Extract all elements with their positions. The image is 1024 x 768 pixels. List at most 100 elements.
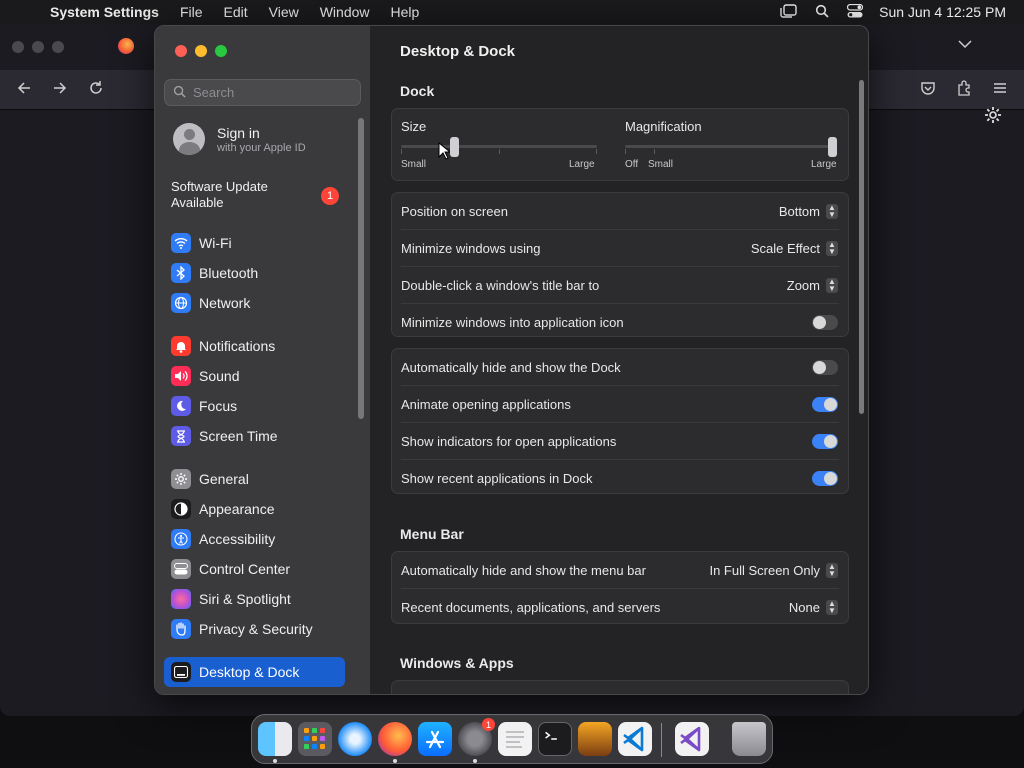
- pocket-icon[interactable]: [920, 80, 936, 101]
- menu-view[interactable]: View: [269, 4, 299, 20]
- extensions-icon[interactable]: [956, 80, 972, 101]
- menu-help[interactable]: Help: [391, 4, 420, 20]
- close-button[interactable]: [175, 45, 187, 57]
- animate-opening-row: Animate opening applications: [401, 386, 838, 422]
- trash-icon[interactable]: [732, 722, 766, 756]
- sidebar-item-bluetooth[interactable]: Bluetooth: [171, 262, 258, 284]
- browser-settings-gear-icon[interactable]: [984, 106, 1002, 129]
- vscode-icon[interactable]: [618, 722, 652, 756]
- app-store-icon[interactable]: [418, 722, 452, 756]
- menu-file[interactable]: File: [180, 4, 203, 20]
- position-popup[interactable]: Bottom ▲ ▼: [779, 203, 838, 219]
- hamburger-menu-icon[interactable]: [992, 80, 1008, 101]
- main-scrollbar[interactable]: [859, 80, 864, 414]
- show-indicators-toggle[interactable]: [812, 433, 838, 449]
- zoom-button[interactable]: [215, 45, 227, 57]
- row-label: Automatically hide and show the menu bar: [401, 562, 646, 578]
- sidebar-item-privacy-security[interactable]: Privacy & Security: [171, 618, 313, 640]
- terminal-icon[interactable]: [538, 722, 572, 756]
- animate-opening-toggle[interactable]: [812, 396, 838, 412]
- row-label: Show recent applications in Dock: [401, 470, 593, 486]
- minimize-into-app-icon-row: Minimize windows into application icon: [401, 304, 838, 340]
- search-icon: [173, 85, 186, 101]
- sidebar-item-screen-time[interactable]: Screen Time: [171, 425, 278, 447]
- menu-edit[interactable]: Edit: [224, 4, 248, 20]
- stage-manager-icon[interactable]: [780, 3, 797, 21]
- spotlight-search-icon[interactable]: [815, 4, 829, 21]
- browser-zoom-button[interactable]: [52, 41, 64, 53]
- visual-studio-icon[interactable]: [675, 722, 709, 756]
- minimize-into-app-icon-toggle[interactable]: [812, 314, 838, 330]
- browser-close-button[interactable]: [12, 41, 24, 53]
- sidebar-item-sound[interactable]: Sound: [171, 365, 239, 387]
- appearance-icon: [171, 499, 191, 519]
- sidebar-item-desktop-dock[interactable]: Desktop & Dock: [171, 661, 299, 683]
- forward-arrow-icon[interactable]: [52, 80, 68, 101]
- sidebar-item-general[interactable]: General: [171, 468, 249, 490]
- minimize-button[interactable]: [195, 45, 207, 57]
- avatar: [173, 123, 205, 155]
- menu-clock[interactable]: Sun Jun 4 12:25 PM: [879, 4, 1006, 20]
- chevron-updown-icon: ▲ ▼: [826, 599, 838, 615]
- software-update-item[interactable]: Software Update Available: [171, 179, 311, 211]
- finder-icon[interactable]: [258, 722, 292, 756]
- apple-id-signin[interactable]: Sign in with your Apple ID: [173, 123, 306, 155]
- magnification-slider-thumb[interactable]: [828, 137, 837, 157]
- textedit-icon[interactable]: [498, 722, 532, 756]
- reload-icon[interactable]: [88, 80, 104, 101]
- safari-icon[interactable]: [338, 722, 372, 756]
- main-pane: Desktop & Dock Dock Size Small Large Mag…: [370, 26, 868, 694]
- firefox-tab-icon[interactable]: [118, 38, 134, 54]
- toggle-knob: [824, 434, 837, 448]
- control-center-icon[interactable]: [847, 3, 864, 21]
- recent-items-popup[interactable]: None ▲ ▼: [789, 599, 838, 615]
- size-slider-thumb[interactable]: [449, 137, 459, 157]
- garageband-icon[interactable]: [578, 722, 612, 756]
- back-arrow-icon[interactable]: [16, 80, 32, 101]
- menu-app-name[interactable]: System Settings: [50, 4, 159, 20]
- menu-bar: System Settings File Edit View Window He…: [0, 0, 1024, 24]
- autohide-dock-row: Automatically hide and show the Dock: [401, 349, 838, 385]
- double-click-action-popup[interactable]: Zoom ▲ ▼: [787, 277, 838, 293]
- list-tabs-chevron-icon[interactable]: [958, 36, 972, 52]
- show-recent-apps-toggle[interactable]: [812, 470, 838, 486]
- row-label: Minimize windows into application icon: [401, 314, 624, 330]
- bell-icon: [171, 336, 191, 356]
- sidebar-item-label: Sound: [199, 368, 240, 384]
- autohide-menu-bar-popup[interactable]: In Full Screen Only ▲ ▼: [709, 562, 838, 578]
- chevron-updown-icon: ▲ ▼: [826, 240, 838, 256]
- launchpad-icon[interactable]: [298, 722, 332, 756]
- magnification-max-label: Large: [811, 159, 837, 170]
- siri-icon: [171, 589, 191, 609]
- autohide-menu-bar-row: Automatically hide and show the menu bar…: [401, 552, 838, 588]
- size-slider-track[interactable]: [401, 145, 597, 148]
- sidebar-item-control-center[interactable]: Control Center: [171, 558, 290, 580]
- size-min-label: Small: [401, 159, 427, 170]
- browser-minimize-button[interactable]: [32, 41, 44, 53]
- position-on-screen-row: Position on screen Bottom ▲ ▼: [401, 193, 838, 229]
- sidebar-item-siri-spotlight[interactable]: Siri & Spotlight: [171, 588, 291, 610]
- sidebar-item-network[interactable]: Network: [171, 292, 250, 314]
- firefox-icon[interactable]: [378, 722, 412, 756]
- sidebar-item-appearance[interactable]: Appearance: [171, 498, 275, 520]
- menu-window[interactable]: Window: [320, 4, 370, 20]
- dock-icon: [171, 662, 191, 682]
- sidebar-item-notifications[interactable]: Notifications: [171, 335, 275, 357]
- control-center-icon: [171, 559, 191, 579]
- sidebar-item-accessibility[interactable]: Accessibility: [171, 528, 275, 550]
- sidebar-item-focus[interactable]: Focus: [171, 395, 237, 417]
- accessibility-icon: [171, 529, 191, 549]
- magnification-slider-track[interactable]: [625, 145, 837, 148]
- dock-separator: [661, 723, 662, 757]
- sidebar-item-label: Network: [199, 295, 251, 311]
- sidebar-item-wifi[interactable]: Wi-Fi: [171, 232, 232, 254]
- dock-size-card: Size Small Large Magnification Off Small…: [391, 108, 849, 181]
- search-input[interactable]: Search: [164, 79, 361, 106]
- sidebar-scrollbar[interactable]: [358, 118, 364, 419]
- running-indicator: [473, 759, 477, 763]
- autohide-dock-toggle[interactable]: [812, 359, 838, 375]
- minimize-effect-popup[interactable]: Scale Effect ▲ ▼: [751, 240, 838, 256]
- size-tick: [596, 149, 597, 154]
- gear-icon: [171, 469, 191, 489]
- wifi-icon: [171, 233, 191, 253]
